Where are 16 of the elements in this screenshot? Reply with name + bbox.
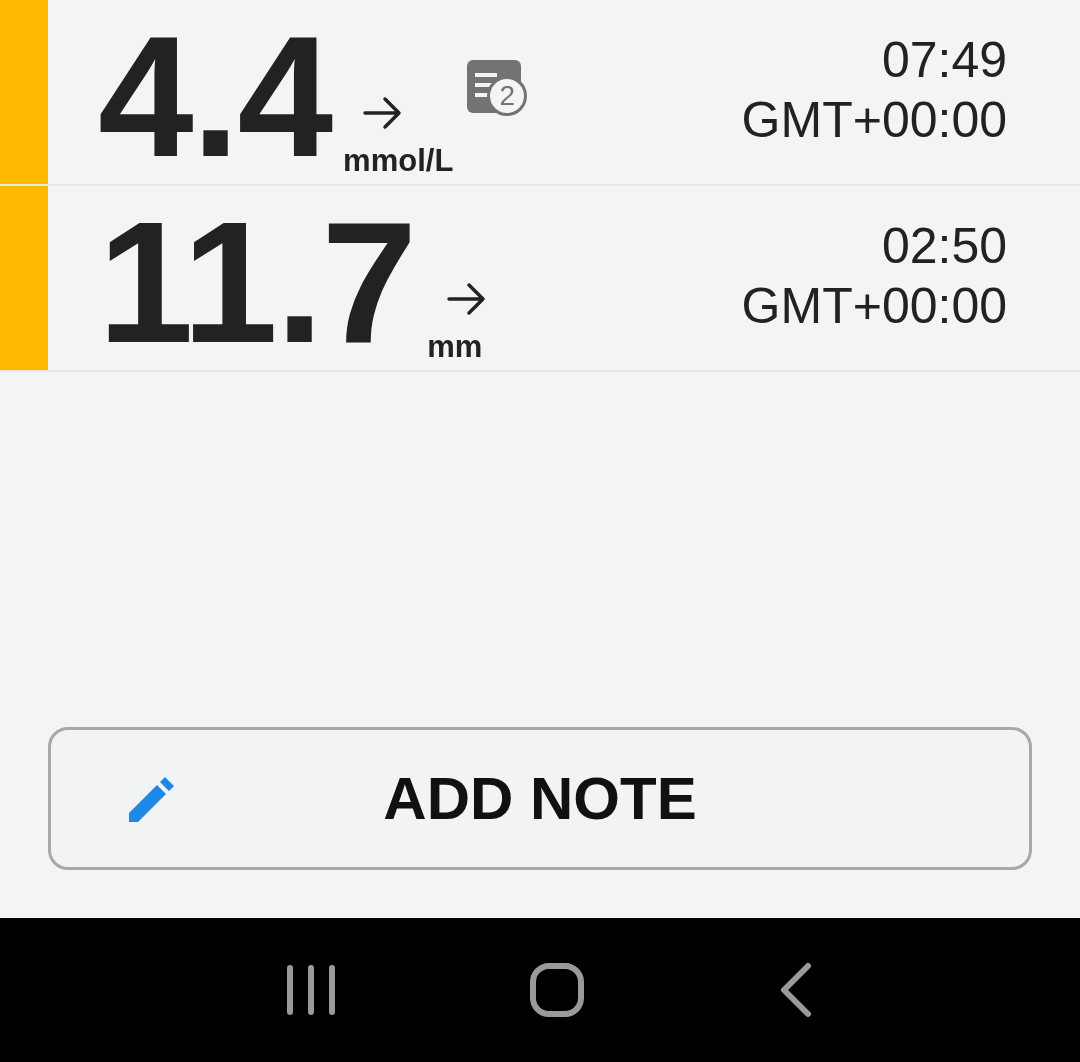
reading-time: 07:49 (881, 31, 1007, 90)
unit-label: mm (427, 331, 483, 362)
right-arrow-icon (363, 95, 404, 131)
right-arrow-icon (447, 281, 488, 317)
recent-apps-icon[interactable] (286, 964, 337, 1016)
add-note-button[interactable]: ADD NOTE (48, 727, 1032, 870)
reading-row[interactable]: 4.4 mmol/L 2 07:49 GMT+00:00 (0, 0, 1080, 186)
home-icon[interactable] (529, 962, 585, 1018)
note-count: 2 (487, 76, 528, 116)
unit-label: mmol/L (343, 145, 454, 176)
glucose-value: 11.7 (98, 196, 416, 368)
reading-time: 02:50 (881, 217, 1007, 276)
reading-row[interactable]: 11.7 mm 02:50 GMT+00:00 (0, 186, 1080, 372)
glucose-value: 4.4 (98, 10, 332, 182)
timezone-label: GMT+00:00 (741, 277, 1007, 336)
timezone-label: GMT+00:00 (741, 91, 1007, 150)
